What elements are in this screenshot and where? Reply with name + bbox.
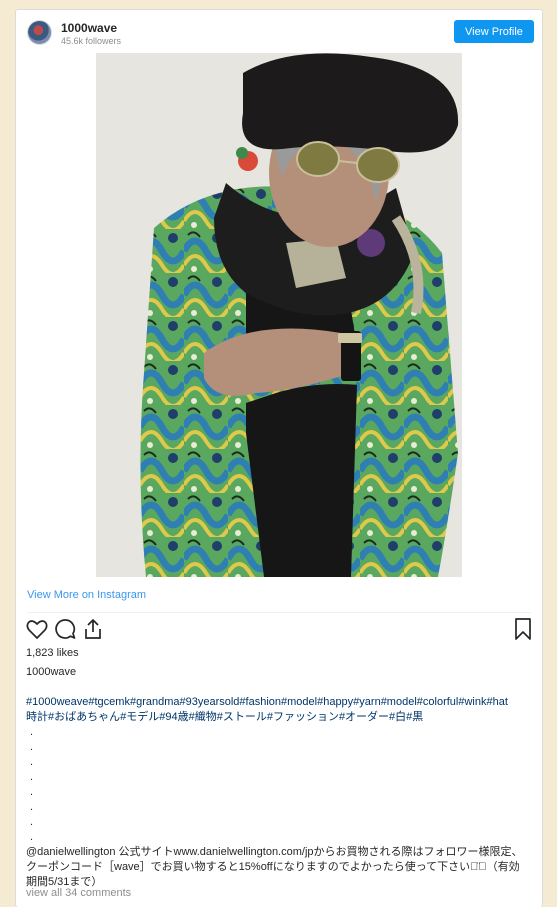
view-more-on-instagram-link[interactable]: View More on Instagram	[27, 589, 146, 601]
hashtags-line-2[interactable]: 時計#おばあちゃん#モデル#94歳#織物#ストール#ファッション#オーダー#白#…	[26, 710, 542, 725]
instagram-embed-card: 1000wave 45.6k followers View Profile Vi…	[15, 9, 543, 907]
post-header: 1000wave 45.6k followers View Profile	[16, 10, 542, 54]
dot-line: .	[30, 771, 34, 783]
photo-grandma-fashion	[96, 53, 462, 577]
follower-count: 45.6k followers	[61, 36, 122, 46]
action-bar	[16, 617, 542, 643]
bookmark-icon[interactable]	[511, 617, 535, 641]
dot-line: .	[30, 741, 34, 753]
dot-line: .	[30, 816, 34, 828]
view-profile-button[interactable]: View Profile	[454, 20, 534, 43]
hashtags-line-1[interactable]: #1000weave#tgcemk#grandma#93yearsold#fas…	[26, 695, 542, 710]
like-count[interactable]: 1,823 likes	[26, 647, 79, 659]
profile-avatar[interactable]	[27, 20, 52, 45]
post-photo[interactable]	[96, 53, 462, 577]
dot-line: .	[30, 831, 34, 843]
comment-icon[interactable]	[53, 617, 77, 641]
dot-line: .	[30, 786, 34, 798]
post-caption: #1000weave#tgcemk#grandma#93yearsold#fas…	[26, 695, 542, 890]
username[interactable]: 1000wave	[61, 21, 117, 35]
caption-username[interactable]: 1000wave	[26, 666, 76, 678]
divider	[27, 612, 531, 613]
caption-dots: . . . . . . . .	[26, 725, 542, 845]
share-icon[interactable]	[81, 617, 105, 641]
heart-icon[interactable]	[25, 617, 49, 641]
view-all-comments-link[interactable]: view all 34 comments	[26, 887, 131, 899]
dot-line: .	[30, 801, 34, 813]
dot-line: .	[30, 726, 34, 738]
dot-line: .	[30, 756, 34, 768]
promo-text: @danielwellington 公式サイトwww.danielwelling…	[26, 846, 523, 888]
